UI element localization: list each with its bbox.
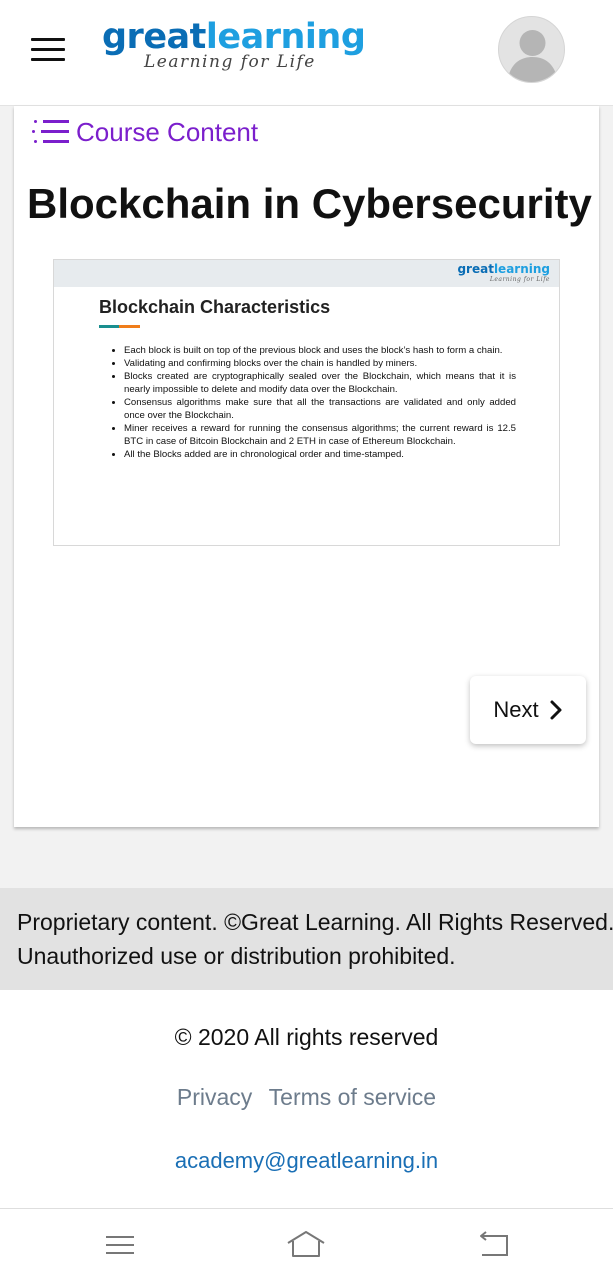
proprietary-notice: Proprietary content. ©Great Learning. Al… (0, 888, 613, 990)
slide-heading-underline (99, 325, 140, 328)
slide-header-bar: greatlearning Learning for Life (54, 260, 559, 287)
user-silhouette-icon (507, 30, 558, 82)
terms-of-service-link[interactable]: Terms of service (269, 1084, 436, 1110)
slide-heading: Blockchain Characteristics (99, 297, 331, 317)
hamburger-menu-icon[interactable] (31, 38, 65, 62)
footer-links: Privacy Terms of service (0, 1084, 613, 1111)
page-footer: © 2020 All rights reserved Privacy Terms… (0, 990, 613, 1208)
slide-bullet: Blocks created are cryptographically sea… (124, 370, 516, 396)
proprietary-notice-text: Proprietary content. ©Great Learning. Al… (17, 909, 613, 969)
slide-bullet: Validating and confirming blocks over th… (124, 357, 516, 370)
slide-bullet: Each block is built on top of the previo… (124, 344, 516, 357)
next-button-label: Next (493, 697, 539, 722)
home-icon[interactable] (286, 1227, 326, 1263)
course-content-label: Course Content (76, 116, 259, 147)
logo-tagline: Learning for Life (144, 52, 316, 72)
avatar[interactable] (498, 16, 565, 83)
slide-logo: greatlearning Learning for Life (457, 262, 550, 284)
page-title: Blockchain in Cybersecurity (27, 180, 592, 227)
slide-bullet: Consensus algorithms make sure that all … (124, 396, 516, 422)
contact-email-link[interactable]: academy@greatlearning.in (0, 1148, 613, 1174)
privacy-link[interactable]: Privacy (177, 1084, 252, 1110)
slide-logo-wordmark: greatlearning (457, 262, 550, 276)
system-navigation-bar (0, 1208, 613, 1280)
app-header: greatlearning Learning for Life (0, 0, 613, 106)
slide-logo-tagline: Learning for Life (489, 276, 550, 283)
menu-icon[interactable] (100, 1227, 140, 1263)
list-icon (32, 119, 70, 145)
slide-bullet: All the Blocks added are in chronologica… (124, 448, 516, 461)
greatlearning-logo[interactable]: greatlearning Learning for Life (102, 16, 366, 74)
next-button[interactable]: Next (470, 676, 586, 744)
chevron-right-icon (550, 700, 562, 720)
back-icon[interactable] (474, 1227, 514, 1263)
slide-bullet-list: Each block is built on top of the previo… (124, 344, 516, 461)
course-content-link[interactable]: Course Content (32, 115, 258, 149)
slide-bullet: Miner receives a reward for running the … (124, 422, 516, 448)
copyright-text: © 2020 All rights reserved (174, 1024, 439, 1050)
lesson-slide: greatlearning Learning for Life Blockcha… (53, 259, 560, 546)
lesson-card: Course Content Blockchain in Cybersecuri… (14, 106, 599, 827)
